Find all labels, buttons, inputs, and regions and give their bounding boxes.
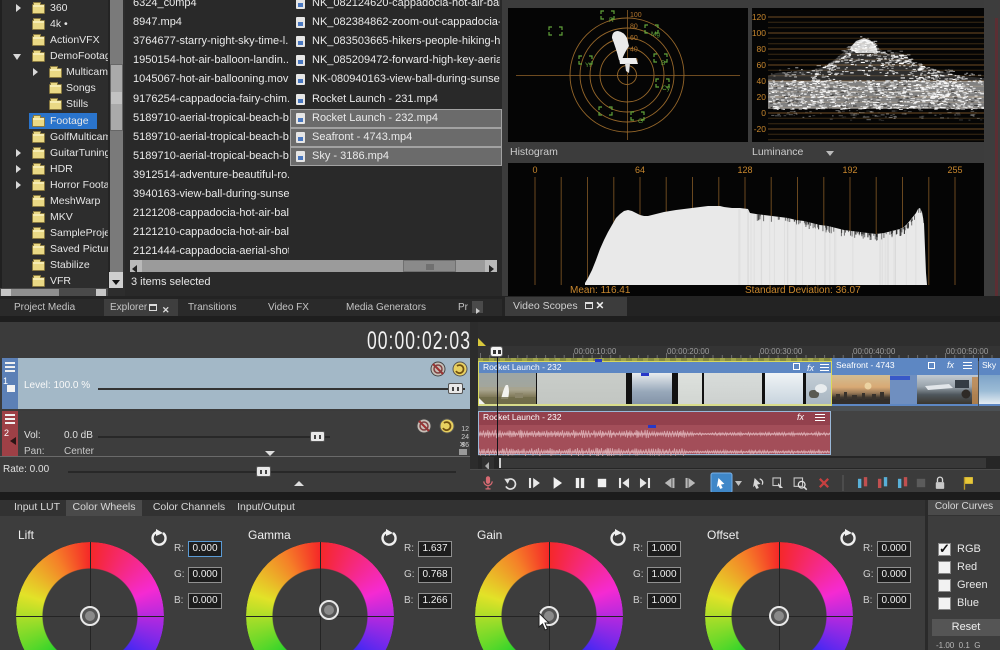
svg-text:B: B [661, 60, 665, 67]
svg-text:120: 120 [752, 12, 766, 22]
svg-text:0: 0 [532, 165, 537, 175]
svg-text:00:00:40:00: 00:00:40:00 [853, 347, 896, 356]
svg-text:R: R [609, 17, 614, 24]
svg-text:100: 100 [630, 12, 642, 19]
svg-text:255: 255 [947, 165, 962, 175]
svg-text:00:00:30:00: 00:00:30:00 [760, 347, 803, 356]
svg-text:00:00:50:00: 00:00:50:00 [946, 347, 989, 356]
svg-text:80: 80 [630, 24, 638, 31]
svg-text:100: 100 [752, 28, 766, 38]
svg-text:0: 0 [761, 108, 766, 118]
svg-text:-20: -20 [754, 124, 767, 134]
svg-text:Mean: 116.41: Mean: 116.41 [570, 285, 631, 296]
svg-text:192: 192 [842, 165, 857, 175]
svg-text:64: 64 [635, 165, 645, 175]
svg-text:00:00:10:00: 00:00:10:00 [574, 347, 617, 356]
svg-text:Yl: Yl [585, 62, 591, 69]
svg-text:60: 60 [630, 35, 638, 42]
svg-text:40: 40 [630, 47, 638, 54]
svg-text:80: 80 [757, 44, 767, 54]
svg-text:60: 60 [757, 60, 767, 70]
svg-text:128: 128 [737, 165, 752, 175]
svg-text:20: 20 [757, 92, 767, 102]
svg-text:G: G [638, 118, 643, 125]
svg-text:00:00:20:00: 00:00:20:00 [667, 347, 710, 356]
svg-text:Standard Deviation: 36.07: Standard Deviation: 36.07 [745, 285, 861, 296]
svg-text:40: 40 [757, 76, 767, 86]
svg-text:Cy: Cy [662, 85, 671, 92]
svg-text:Mg: Mg [651, 31, 660, 38]
